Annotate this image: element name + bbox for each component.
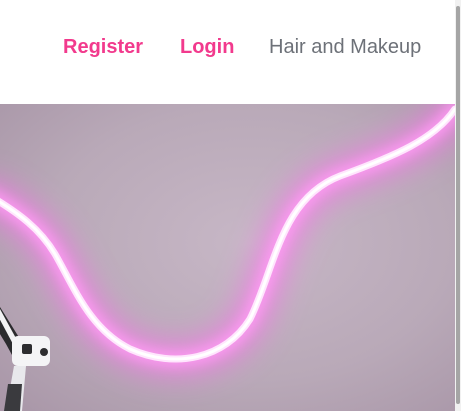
- hero-image: [0, 104, 455, 411]
- page: Register Login Hair and Makeup: [0, 0, 461, 411]
- vertical-scrollbar[interactable]: [455, 0, 461, 411]
- top-navbar: Register Login Hair and Makeup: [0, 0, 455, 104]
- register-link[interactable]: Register: [63, 33, 143, 61]
- scrollbar-thumb[interactable]: [456, 6, 460, 404]
- neon-light-tube-icon: [0, 104, 455, 411]
- login-link[interactable]: Login: [180, 33, 234, 61]
- hair-and-makeup-link[interactable]: Hair and Makeup: [269, 33, 421, 61]
